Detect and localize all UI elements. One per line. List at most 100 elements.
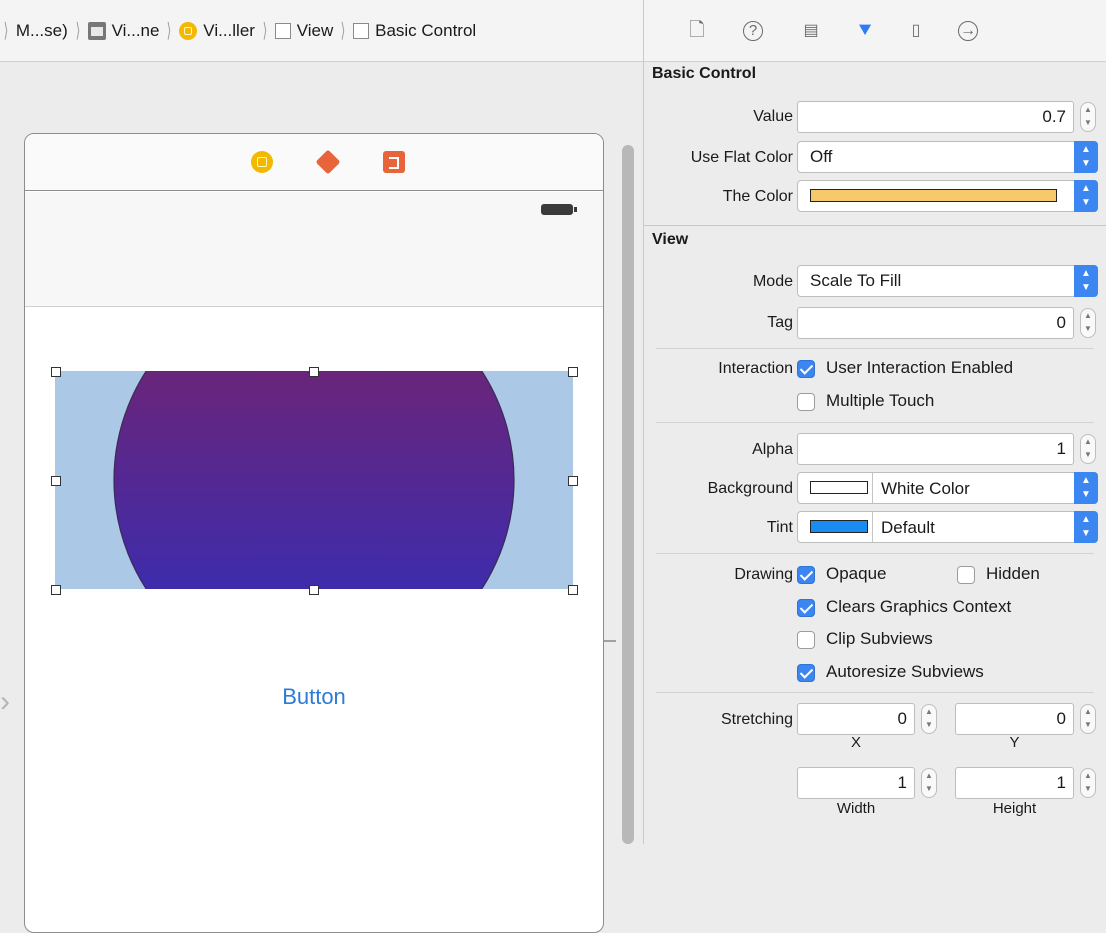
view-controller-icon[interactable] [251, 151, 273, 173]
file-icon[interactable]: 🗋 [686, 20, 708, 42]
view-controller-scene[interactable]: Button [24, 133, 604, 933]
clears-context-text: Clears Graphics Context [826, 597, 1012, 616]
tag-field[interactable]: 0 [797, 307, 1074, 339]
jump-bar-separator: ⟩ [340, 20, 346, 42]
multiple-touch-checkbox[interactable] [797, 393, 815, 411]
user-interaction-checkbox[interactable] [797, 360, 815, 378]
entry-point-arrow-icon[interactable]: › [0, 687, 18, 717]
clears-context-checkbox[interactable] [797, 599, 815, 617]
value-stepper[interactable]: ▲ ▼ [1080, 102, 1096, 132]
identity-icon[interactable]: ▤ [800, 20, 822, 42]
stretch-y-field[interactable]: 0 [955, 703, 1074, 735]
tint-popup[interactable]: Default ▲ ▼ [797, 511, 1098, 543]
chevron-up-down-icon: ▲ ▼ [1074, 180, 1098, 212]
crumb-label: Vi...ller [203, 20, 255, 40]
resize-handle-bottom-left[interactable] [51, 585, 61, 595]
crumb-view-controller[interactable]: Vi...ller [179, 21, 255, 41]
mode-popup[interactable]: Scale To Fill ▲ ▼ [797, 265, 1098, 297]
button[interactable]: Button [25, 684, 603, 710]
view-icon [274, 22, 291, 39]
tint-label: Tint [766, 519, 793, 536]
connections-icon[interactable]: → [958, 21, 978, 41]
value-field[interactable]: 0.7 [797, 101, 1074, 133]
autoresize-checkbox-row[interactable]: Autoresize Subviews [797, 662, 1067, 684]
resize-handle-left[interactable] [51, 476, 61, 486]
hidden-checkbox[interactable] [957, 566, 975, 584]
section-divider [656, 692, 1094, 693]
help-icon[interactable]: ? [743, 21, 763, 41]
clears-context-checkbox-row[interactable]: Clears Graphics Context [797, 597, 1077, 619]
section-title-view: View [652, 231, 689, 248]
view-controller-icon [179, 21, 198, 40]
crumb-label: Basic Control [375, 20, 477, 40]
stretch-x-text: 0 [897, 709, 907, 728]
inspector-tab-bar: 🗋 ? ▤ ⯆ ▯ → [644, 0, 1106, 62]
first-responder-icon[interactable] [315, 149, 341, 175]
autoresize-checkbox[interactable] [797, 664, 815, 682]
stretch-x-field[interactable]: 0 [797, 703, 915, 735]
resize-handle-top[interactable] [309, 367, 319, 377]
chevron-up-down-icon: ▲ ▼ [1074, 511, 1098, 543]
crumb-label: Vi...ne [111, 20, 160, 40]
resize-handle-bottom-right[interactable] [568, 585, 578, 595]
crumb-module[interactable]: M...se) [16, 21, 68, 41]
jump-bar: ⟩ M...se) ⟩ Vi...ne ⟩ Vi...ller ⟩ View ⟩… [0, 0, 643, 62]
use-flat-color-popup[interactable]: Off ▲ ▼ [797, 141, 1098, 173]
user-interaction-checkbox-row[interactable]: User Interaction Enabled [797, 358, 1087, 380]
basic-control-view[interactable] [55, 371, 573, 589]
opaque-checkbox[interactable] [797, 566, 815, 584]
background-label: Background [707, 480, 793, 497]
storyboard-scene-icon [87, 21, 106, 40]
stretch-x-stepper[interactable]: ▲ ▼ [921, 704, 937, 734]
exit-icon[interactable] [383, 151, 405, 173]
hidden-checkbox-row[interactable]: Hidden [957, 564, 1067, 586]
size-icon[interactable]: ▯ [905, 20, 927, 42]
background-popup[interactable]: White Color ▲ ▼ [797, 472, 1098, 504]
clip-subviews-checkbox-row[interactable]: Clip Subviews [797, 629, 997, 651]
tint-value: Default [881, 518, 935, 537]
background-value: White Color [881, 479, 970, 498]
hidden-text: Hidden [986, 564, 1040, 583]
stretch-height-text: 1 [1056, 773, 1066, 792]
mode-value: Scale To Fill [810, 271, 902, 290]
section-title-basic-control: Basic Control [652, 65, 757, 82]
resize-handle-right[interactable] [568, 476, 578, 486]
stretch-height-field[interactable]: 1 [955, 767, 1074, 799]
clip-subviews-checkbox[interactable] [797, 631, 815, 649]
canvas-scrollbar[interactable] [622, 145, 634, 844]
jump-bar-separator: ⟩ [262, 20, 268, 42]
attributes-icon[interactable]: ⯆ [854, 20, 876, 42]
crumb-basic-control[interactable]: Basic Control [353, 21, 476, 41]
multiple-touch-text: Multiple Touch [826, 391, 935, 410]
scene-dock [25, 134, 603, 191]
stretch-y-text: 0 [1056, 709, 1066, 728]
view-icon [353, 22, 370, 39]
stretch-height-caption: Height [992, 800, 1037, 817]
interaction-label: Interaction [718, 360, 793, 377]
resize-handle-top-left[interactable] [51, 367, 61, 377]
stretch-width-stepper[interactable]: ▲ ▼ [921, 768, 937, 798]
multiple-touch-checkbox-row[interactable]: Multiple Touch [797, 391, 997, 413]
resize-handle-bottom[interactable] [309, 585, 319, 595]
user-interaction-text: User Interaction Enabled [826, 358, 1014, 377]
stretch-width-field[interactable]: 1 [797, 767, 915, 799]
crumb-view[interactable]: View [274, 21, 333, 41]
gradient-circle [113, 371, 515, 589]
section-divider [656, 553, 1094, 554]
jump-bar-separator: ⟩ [75, 20, 81, 42]
the-color-popup[interactable]: ▲ ▼ [797, 180, 1098, 212]
alpha-field[interactable]: 1 [797, 433, 1074, 465]
storyboard-canvas[interactable]: Button › [0, 62, 643, 933]
opaque-checkbox-row[interactable]: Opaque [797, 564, 927, 586]
crumb-scene[interactable]: Vi...ne [87, 20, 160, 41]
stretch-height-stepper[interactable]: ▲ ▼ [1080, 768, 1096, 798]
crumb-label: M...se) [15, 20, 68, 40]
jump-bar-separator: ⟩ [3, 20, 9, 42]
alpha-stepper[interactable]: ▲ ▼ [1080, 434, 1096, 464]
resize-handle-top-right[interactable] [568, 367, 578, 377]
tint-swatch [810, 520, 868, 533]
stretch-y-stepper[interactable]: ▲ ▼ [1080, 704, 1096, 734]
tag-stepper[interactable]: ▲ ▼ [1080, 308, 1096, 338]
autoresize-text: Autoresize Subviews [826, 662, 984, 681]
stretching-label: Stretching [720, 711, 793, 728]
